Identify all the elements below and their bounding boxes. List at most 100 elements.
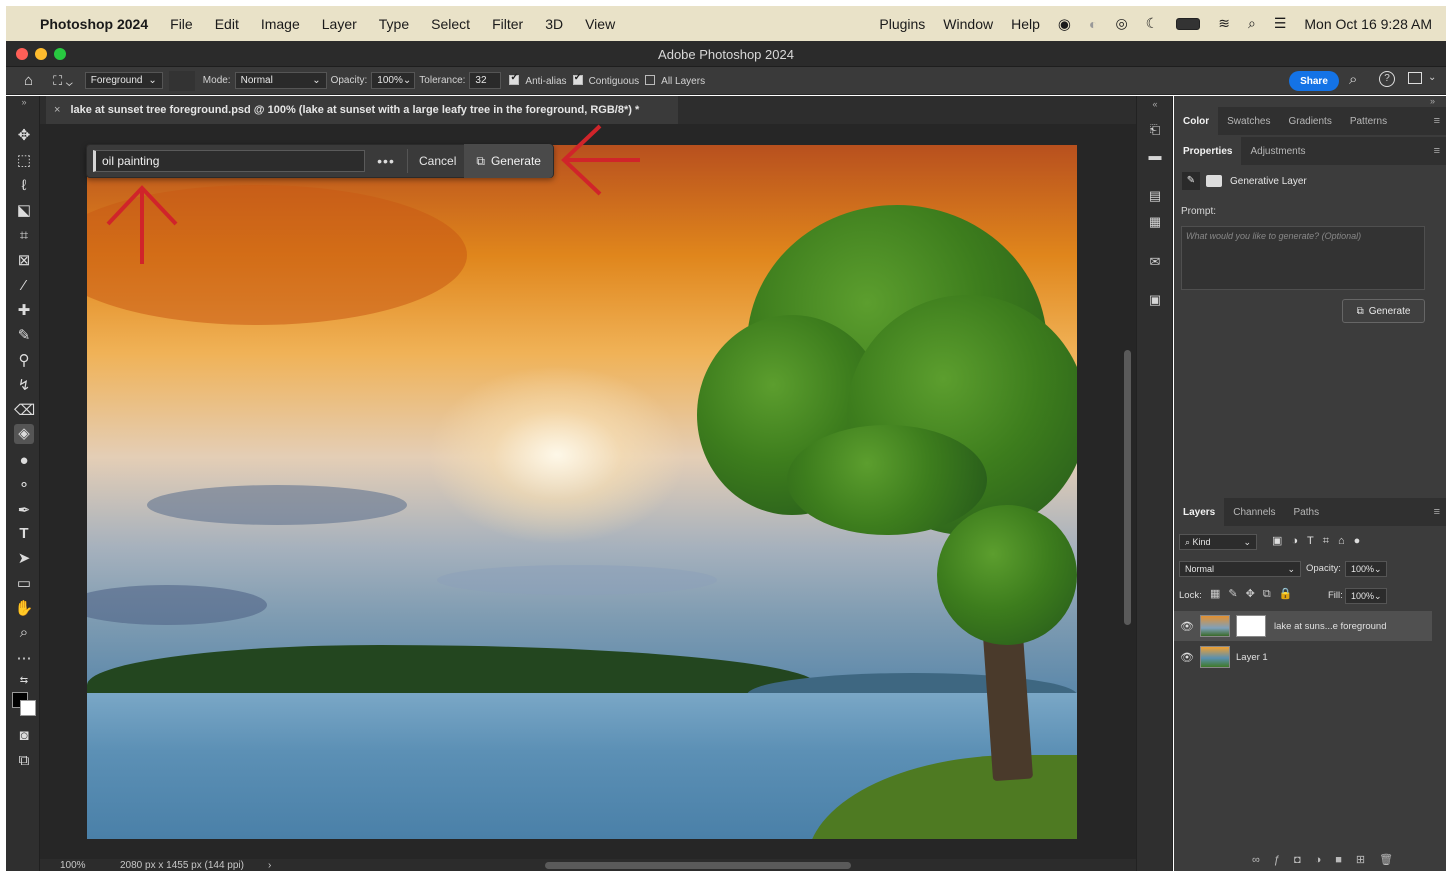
edit-toolbar-icon[interactable]: ⋯ (14, 649, 34, 669)
menu-type[interactable]: Type (379, 16, 409, 32)
moon-icon[interactable]: ☾ (1146, 15, 1159, 32)
wifi-icon[interactable]: ≋ (1218, 15, 1230, 32)
sync-icon[interactable]: ◎ (1115, 15, 1127, 32)
opacity-input[interactable]: 100% ⌄ (371, 72, 416, 89)
mode-dropdown[interactable]: Normal ⌄ (234, 72, 327, 89)
workspace-icon[interactable] (1408, 72, 1422, 84)
object-selection-tool-icon[interactable]: ⬕ (14, 201, 34, 221)
panel-menu-icon[interactable]: ≡ (1434, 506, 1440, 518)
lasso-tool-icon[interactable]: ℓ (14, 176, 34, 196)
zoom-level[interactable]: 100% (60, 860, 86, 871)
dodge-tool-icon[interactable]: ⚬ (14, 476, 34, 496)
blur-tool-icon[interactable]: ● (14, 451, 34, 471)
healing-brush-tool-icon[interactable]: ✚ (14, 301, 34, 321)
menu-edit[interactable]: Edit (215, 16, 239, 32)
tab-color[interactable]: Color (1174, 107, 1219, 135)
document-tab[interactable]: × lake at sunset tree foreground.psd @ 1… (46, 96, 678, 124)
layer-row-layer1[interactable]: 👁 Layer 1 (1174, 642, 1432, 672)
frame-tool-icon[interactable]: ⊠ (14, 251, 34, 271)
control-center-icon[interactable]: ☰ (1274, 15, 1287, 32)
status-menu-chevron[interactable]: › (268, 860, 271, 871)
visibility-eye-icon[interactable]: 👁 (1174, 651, 1200, 664)
tab-adjustments[interactable]: Adjustments (1241, 137, 1314, 165)
eraser-tool-icon[interactable]: ⌫ (14, 401, 35, 421)
document-info[interactable]: 2080 px x 1455 px (144 ppi) (120, 860, 244, 871)
menu-image[interactable]: Image (261, 16, 300, 32)
move-tool-icon[interactable]: ✥ (14, 126, 34, 146)
more-options-button[interactable]: ••• (365, 153, 407, 169)
notes-panel-icon[interactable]: ▦ (1147, 214, 1163, 230)
workspace-chevron-icon[interactable]: ⌄ (1428, 72, 1436, 83)
prompt-input[interactable]: oil painting (93, 150, 365, 172)
tab-swatches[interactable]: Swatches (1218, 107, 1279, 135)
grammarly-icon[interactable]: ◐ (1089, 16, 1097, 32)
artboards-panel-icon[interactable]: ▣ (1147, 292, 1163, 308)
hand-tool-icon[interactable]: ✋ (14, 599, 34, 619)
comments-panel-icon[interactable]: ▬ (1147, 148, 1163, 164)
anti-alias-check[interactable] (509, 72, 520, 85)
search-icon[interactable]: ⌕ (1349, 71, 1357, 88)
anti-alias-checkbox[interactable]: Anti-alias (509, 72, 567, 87)
type-tool-icon[interactable]: T (14, 524, 34, 544)
fill-input[interactable]: 100% ⌄ (1345, 588, 1387, 604)
tab-gradients[interactable]: Gradients (1279, 107, 1340, 135)
panel-menu-icon[interactable]: ≡ (1434, 115, 1440, 127)
menu-plugins[interactable]: Plugins (879, 16, 925, 32)
menu-view[interactable]: View (585, 16, 615, 32)
document-canvas-image[interactable] (87, 145, 1077, 839)
screen-mode-icon[interactable]: ⧉ (14, 751, 34, 771)
menu-help[interactable]: Help (1011, 16, 1040, 32)
layer-row-generative[interactable]: 👁 lake at suns...e foreground (1174, 611, 1432, 641)
panel-generate-button[interactable]: ⧉ Generate (1342, 299, 1425, 323)
rectangle-tool-icon[interactable]: ▭ (14, 574, 34, 594)
contiguous-checkbox[interactable]: Contiguous (572, 72, 639, 87)
cancel-button[interactable]: Cancel (408, 154, 464, 168)
layer-opacity-input[interactable]: 100% ⌄ (1345, 561, 1387, 577)
contiguous-check[interactable] (572, 72, 583, 85)
path-selection-tool-icon[interactable]: ➤ (14, 549, 34, 569)
all-layers-check[interactable] (645, 74, 656, 85)
collapse-panels-icon[interactable]: « (1147, 96, 1163, 112)
tab-channels[interactable]: Channels (1224, 498, 1284, 526)
tab-paths[interactable]: Paths (1285, 498, 1329, 526)
tolerance-input[interactable]: 32 (469, 72, 502, 89)
clock[interactable]: Mon Oct 16 9:28 AM (1304, 16, 1432, 32)
battery-icon[interactable] (1176, 17, 1201, 30)
zoom-tool-icon[interactable]: ⌕ (14, 623, 34, 643)
background-color-swatch[interactable] (20, 700, 36, 716)
all-layers-checkbox[interactable]: All Layers (645, 74, 705, 87)
close-tab-icon[interactable]: × (54, 104, 60, 116)
horizontal-scrollbar[interactable] (545, 862, 851, 869)
pen-tool-icon[interactable]: ✒ (14, 501, 34, 521)
generate-button[interactable]: ⧉ Generate (464, 144, 553, 178)
vertical-scrollbar[interactable] (1124, 350, 1131, 625)
menu-filter[interactable]: Filter (492, 16, 523, 32)
collapse-right-icon[interactable]: » (1430, 96, 1435, 106)
lock-icons[interactable]: ▦✎✥⧉🔒 (1210, 587, 1300, 601)
tab-layers[interactable]: Layers (1174, 498, 1225, 526)
swap-colors-icon[interactable]: ⇆ (14, 671, 34, 691)
tab-properties[interactable]: Properties (1174, 137, 1242, 165)
collapse-toolbar-icon[interactable]: » (14, 96, 34, 116)
canvas-area[interactable]: oil painting ••• Cancel ⧉ Generate (40, 124, 1136, 859)
help-icon[interactable]: ? (1379, 71, 1395, 87)
menu-select[interactable]: Select (431, 16, 470, 32)
history-panel-icon[interactable]: ⎗ (1147, 122, 1163, 138)
crop-tool-icon[interactable]: ⌗ (14, 226, 34, 246)
visibility-eye-icon[interactable]: 👁 (1174, 620, 1200, 633)
eyedropper-tool-icon[interactable]: ⁄ (14, 276, 34, 296)
pattern-swatch[interactable] (168, 70, 195, 91)
learn-panel-icon[interactable]: ✉ (1147, 254, 1163, 270)
menu-window[interactable]: Window (943, 16, 993, 32)
creative-cloud-icon[interactable]: ◉ (1058, 15, 1071, 33)
menu-3d[interactable]: 3D (545, 16, 563, 32)
marquee-tool-icon[interactable]: ⬚ (14, 151, 34, 171)
panel-menu-icon[interactable]: ≡ (1434, 145, 1440, 157)
libraries-panel-icon[interactable]: ▤ (1147, 188, 1163, 204)
paint-bucket-tool-icon[interactable]: ◈ (14, 424, 34, 444)
share-button[interactable]: Share (1289, 71, 1339, 91)
menu-file[interactable]: File (170, 16, 193, 32)
layers-footer-icons[interactable]: ∞ƒ◘◑■⊞🗑 (1252, 853, 1407, 866)
brush-tool-icon[interactable]: ✎ (14, 326, 34, 346)
tab-patterns[interactable]: Patterns (1341, 107, 1396, 135)
